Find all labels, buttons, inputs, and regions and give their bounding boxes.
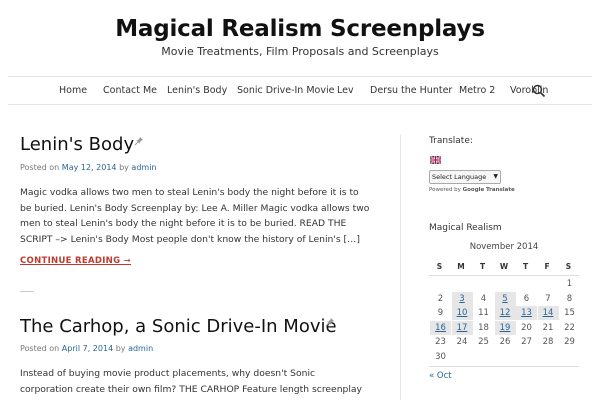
calendar-day[interactable]: 16 (430, 320, 451, 335)
calendar-day[interactable]: 13 (516, 306, 537, 320)
sidebar-divider (400, 135, 401, 400)
continue-reading-link[interactable]: CONTINUE READING ➞ (20, 256, 131, 266)
calendar-empty-cell (538, 277, 559, 291)
calendar-day: 26 (499, 337, 511, 347)
search-icon[interactable] (532, 84, 546, 98)
calendar-empty-cell (495, 277, 516, 291)
calendar-day: 25 (478, 337, 489, 347)
site-description: Movie Treatments, Film Proposals and Scr… (161, 45, 439, 58)
calendar-day[interactable]: 12 (494, 306, 516, 320)
calendar-weekday-header: T (479, 262, 486, 271)
calendar-day: 11 (478, 308, 489, 318)
calendar-day: 28 (542, 337, 554, 347)
pin-icon (325, 318, 334, 327)
nav-item-sonic-drive-in-movie[interactable]: Sonic Drive-In Movie (237, 85, 334, 96)
calendar-day[interactable]: 19 (494, 320, 516, 335)
calendar-day: 9 (437, 308, 444, 318)
post-meta: Posted on April 7, 2014 by admin (20, 344, 153, 353)
calendar-day: 22 (564, 322, 575, 333)
posted-on-label: Posted on (20, 163, 60, 172)
post-date-link[interactable]: May 12, 2014 (62, 163, 117, 172)
calendar-weekday-header: T (522, 262, 529, 271)
calendar-day[interactable]: 10 (451, 306, 473, 320)
post-title[interactable]: Lenin's Body (20, 134, 134, 155)
calendar-caption: November 2014 (469, 242, 539, 252)
chevron-down-icon: ▼ (493, 173, 498, 180)
calendar-day: 29 (564, 337, 575, 347)
calendar-empty-cell (473, 277, 494, 291)
translate-link[interactable]: Translate (486, 187, 515, 193)
calendar-day: 24 (456, 337, 468, 347)
post-date-link[interactable]: April 7, 2014 (62, 344, 113, 353)
calendar-day: 8 (566, 293, 573, 304)
calendar-empty-cell (516, 277, 537, 291)
calendar-day: 20 (521, 322, 532, 333)
post-title[interactable]: The Carhop, a Sonic Drive-In Movie (20, 316, 337, 337)
nav-item-lev[interactable]: Lev (337, 85, 354, 96)
calendar-prev-month-link[interactable]: « Oct (429, 371, 452, 381)
calendar-day: 30 (435, 351, 446, 362)
calendar-day: 27 (521, 337, 532, 347)
calendar-empty-cell (495, 350, 516, 364)
nav-item-home[interactable]: Home (59, 85, 87, 96)
calendar-empty-cell (430, 277, 451, 291)
calendar-empty-cell (452, 277, 473, 291)
calendar-day[interactable]: 14 (537, 306, 559, 320)
calendar-empty-cell (559, 350, 580, 364)
calendar-widget-title: Magical Realism (429, 223, 502, 233)
by-label: by (119, 163, 129, 172)
powered-by-google: Powered by Google Translate (429, 187, 515, 193)
pin-icon (134, 137, 143, 146)
calendar-weekday-header: S (565, 262, 572, 271)
language-select-value: Select Language (432, 173, 487, 181)
posted-on-label: Posted on (20, 344, 60, 353)
calendar-empty-cell (516, 350, 537, 364)
post-author-link[interactable]: admin (128, 344, 153, 353)
post-separator (20, 291, 34, 292)
translate-widget-title: Translate: (429, 136, 473, 146)
calendar-day: 7 (545, 293, 551, 304)
post-meta: Posted on May 12, 2014 by admin (20, 163, 157, 172)
nav-item-lenins-body[interactable]: Lenin's Body (167, 85, 227, 96)
nav-item-contact-me[interactable]: Contact Me (103, 85, 157, 96)
calendar-day[interactable]: 17 (451, 320, 473, 335)
calendar-weekday-header: S (436, 262, 443, 271)
calendar-divider (429, 275, 579, 276)
calendar-weekday-header: M (457, 262, 465, 271)
calendar-empty-cell (538, 350, 559, 364)
calendar-weekday-header: F (544, 262, 550, 271)
calendar-day: 1 (566, 279, 573, 289)
site-title[interactable]: Magical Realism Screenplays (0, 16, 600, 42)
by-label: by (115, 344, 126, 353)
calendar-day: 15 (564, 308, 575, 318)
nav-item-dersu-the-hunter[interactable]: Dersu the Hunter (370, 85, 452, 96)
calendar-day: 18 (478, 322, 489, 333)
site-header: Magical Realism Screenplays Movie Treatm… (0, 0, 600, 76)
calendar-day: 23 (435, 337, 446, 347)
main-navigation: Home Contact Me Lenin's Body Sonic Drive… (8, 76, 592, 105)
post-excerpt: Magic vodka allows two men to steal Leni… (20, 187, 370, 245)
google-logo: Google (462, 187, 485, 193)
main-content: Lenin's Body Posted on May 12, 2014 by a… (20, 105, 400, 400)
calendar-day: 4 (480, 293, 487, 304)
post-author-link[interactable]: admin (131, 163, 156, 172)
calendar-empty-cell (452, 350, 473, 364)
sidebar: Translate: Select Language ▼ Powered by … (429, 105, 589, 400)
powered-by-label: Powered by (429, 187, 461, 193)
uk-flag-icon (430, 156, 441, 164)
calendar-weekday-header: W (499, 262, 509, 271)
nav-item-metro-2[interactable]: Metro 2 (459, 85, 495, 96)
calendar-day[interactable]: 3 (451, 291, 473, 306)
calendar-divider (429, 366, 579, 367)
post-excerpt: Instead of buying movie product placemen… (20, 368, 362, 400)
language-select[interactable]: Select Language ▼ (429, 170, 501, 184)
calendar-empty-cell (473, 350, 494, 364)
calendar-day: 6 (523, 293, 530, 304)
calendar-day: 21 (542, 322, 554, 333)
calendar-day[interactable]: 5 (494, 291, 516, 306)
calendar-day: 2 (437, 293, 444, 304)
